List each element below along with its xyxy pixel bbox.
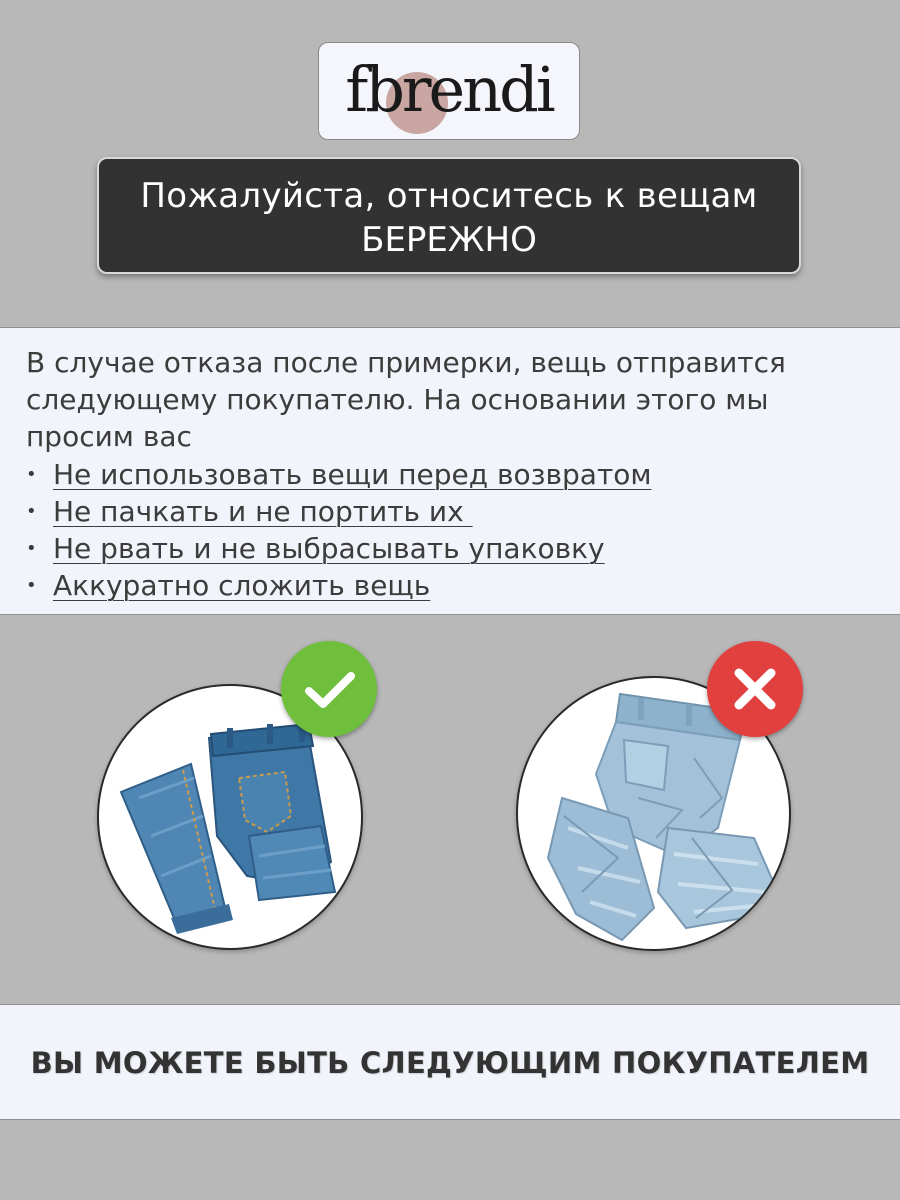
rejected-badge — [707, 641, 803, 737]
approved-badge — [281, 641, 377, 737]
rules-list: • Не использовать вещи перед возвратом •… — [26, 456, 876, 604]
footer-message: ВЫ МОЖЕТЕ БЫТЬ СЛЕДУЮЩИМ ПОКУПАТЕЛЕМ — [30, 1046, 870, 1080]
care-title-box: Пожалуйста, относитесь к вещам БЕРЕЖНО — [97, 157, 801, 274]
rule-item: • Не пачкать и не портить их — [26, 493, 876, 530]
info-paragraph-line: следующему покупателю. На основании этог… — [26, 383, 769, 416]
rule-item: • Не использовать вещи перед возвратом — [26, 456, 876, 493]
cross-icon — [734, 668, 776, 710]
footer-section: ВЫ МОЖЕТЕ БЫТЬ СЛЕДУЮЩИМ ПОКУПАТЕЛЕМ — [0, 1004, 900, 1120]
rule-text: Не рвать и не выбрасывать упаковку — [53, 532, 605, 565]
info-section: В случае отказа после примерки, вещь отп… — [0, 327, 900, 615]
logo-text: fbrendi — [345, 53, 555, 126]
checkmark-icon — [305, 672, 355, 708]
brand-logo: fbrendi — [318, 42, 580, 140]
rule-text: Не использовать вещи перед возвратом — [53, 458, 652, 491]
bullet-icon: • — [26, 575, 37, 596]
bullet-icon: • — [26, 501, 37, 522]
bullet-icon: • — [26, 464, 37, 485]
rule-text: Аккуратно сложить вещь — [53, 569, 431, 602]
title-line-1: Пожалуйста, относитесь к вещам — [140, 176, 758, 216]
info-paragraph: В случае отказа после примерки, вещь отп… — [26, 344, 876, 455]
bullet-icon: • — [26, 538, 37, 559]
rule-text: Не пачкать и не портить их — [53, 495, 473, 528]
rule-item: • Не рвать и не выбрасывать упаковку — [26, 530, 876, 567]
info-paragraph-line: В случае отказа после примерки, вещь отп… — [26, 346, 786, 379]
rule-item: • Аккуратно сложить вещь — [26, 567, 876, 604]
title-line-2: БЕРЕЖНО — [361, 220, 537, 260]
info-paragraph-line: просим вас — [26, 420, 192, 453]
